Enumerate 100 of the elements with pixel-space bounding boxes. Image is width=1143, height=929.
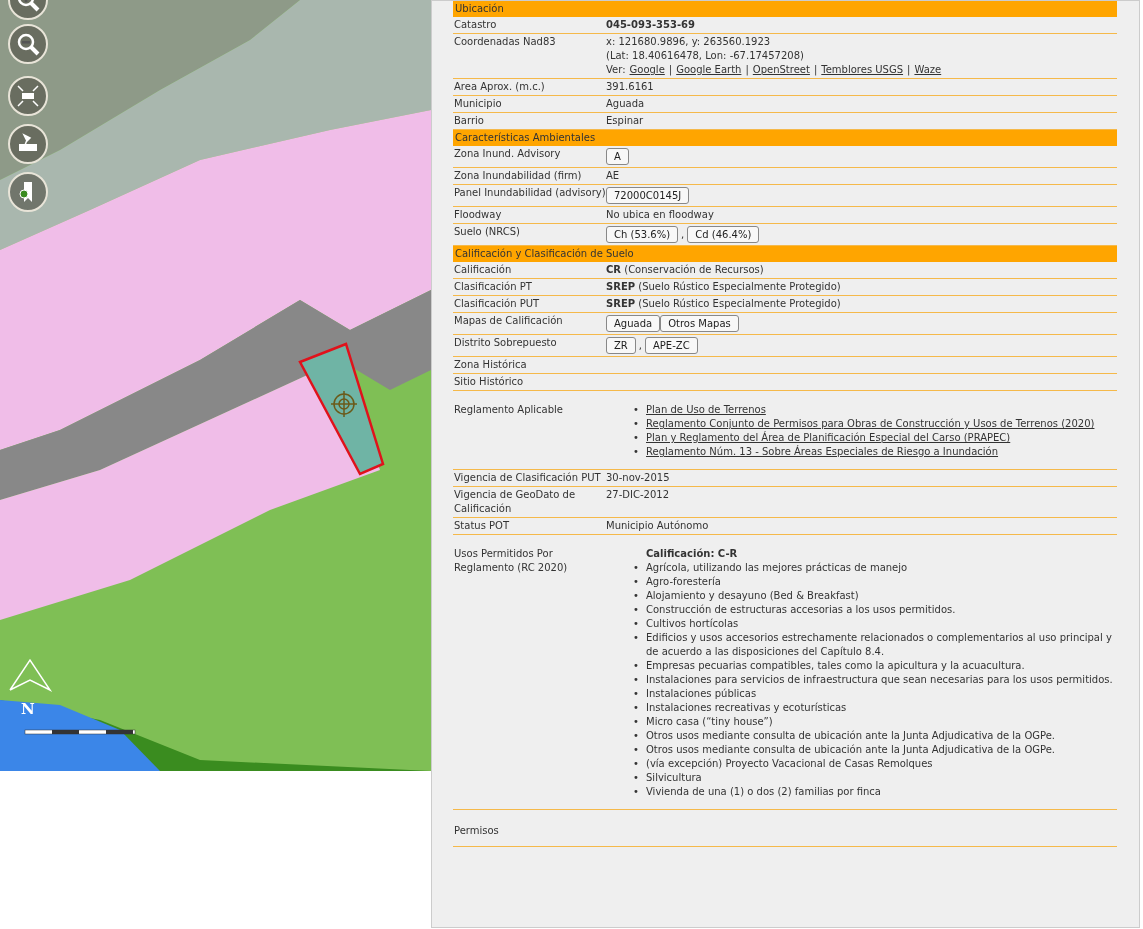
field-label: Zona Histórica [453, 358, 528, 372]
field-label: Floodway [453, 208, 503, 222]
permitted-use: Alojamiento y desayuno (Bed & Breakfast) [646, 590, 859, 601]
bullet: • [633, 603, 639, 617]
field-value: (Lat: 18.40616478, Lon: -67.17457208) [606, 49, 805, 63]
field-label: Municipio [453, 97, 503, 111]
separator-text: | [907, 63, 911, 77]
regulation-link[interactable]: Plan y Reglamento del Área de Planificación Especial del Carso (PRAPEC) [646, 431, 1011, 445]
value-button[interactable]: Otros Mapas [660, 315, 739, 332]
field-value: CR (Conservación de Recursos) [606, 264, 764, 275]
field-value: 391.6161 [606, 81, 654, 92]
permitted-use: Agro-forestería [646, 576, 721, 587]
value-button[interactable]: Cd (46.4%) [687, 226, 760, 243]
field-value: Espinar [606, 115, 644, 126]
bullet: • [633, 757, 639, 771]
map-link[interactable]: Google [629, 63, 665, 77]
regulation-link[interactable]: Plan de Uso de Terrenos [646, 403, 766, 417]
value-button[interactable]: ZR [606, 337, 636, 354]
permitted-use: Instalaciones públicas [646, 688, 757, 699]
field-label: Coordenadas Nad83 [453, 35, 557, 49]
field-label: Barrio [453, 114, 485, 128]
field-value: x: 121680.9896, y: 263560.1923 [606, 35, 772, 49]
separator-text: | [668, 63, 673, 77]
field-label: Vigencia de GeoDato de Calificación [453, 488, 577, 516]
permitted-use: Otros usos mediante consulta de ubicación ante la Junta Adjudicativa de la OGPe. [646, 744, 1056, 755]
bullet: • [633, 431, 639, 445]
map-link[interactable]: Waze [914, 63, 942, 77]
bullet: • [633, 575, 639, 589]
field-label: Clasificación PUT [453, 297, 541, 311]
bullet: • [633, 417, 639, 431]
field-label: Panel Inundabilidad (advisory) [453, 186, 606, 200]
permitted-use: (vía excepción) Proyecto Vacacional de Casas Remolques [646, 758, 933, 769]
field-value: No ubica en floodway [606, 209, 714, 220]
permitted-use: Otros usos mediante consulta de ubicación ante la Junta Adjudicativa de la OGPe. [646, 730, 1056, 741]
bullet: • [633, 729, 639, 743]
field-value: 30-nov-2015 [606, 472, 670, 483]
permitted-use: Instalaciones para servicios de infraestructura que sean necesarias para los usos permitidos. [646, 674, 1113, 685]
value-button[interactable]: APE-ZC [645, 337, 698, 354]
field-label: Ver: [606, 63, 626, 77]
value-button[interactable]: 72000C0145J [606, 187, 690, 204]
field-label: Vigencia de Clasificación PUT [453, 471, 602, 485]
field-label: Reglamento Aplicable [453, 403, 564, 417]
field-label: Clasificación PT [453, 280, 533, 294]
permitted-use: Vivienda de una (1) o dos (2) familias por finca [646, 786, 881, 797]
separator-text: , [638, 338, 642, 353]
field-label: Status POT [453, 519, 511, 533]
bullet: • [633, 715, 639, 729]
field-value: 045-093-353-69 [606, 19, 695, 30]
bullet: • [633, 687, 639, 701]
permitted-use: Cultivos hortícolas [646, 618, 739, 629]
value-button[interactable]: Aguada [606, 315, 661, 332]
field-label: Suelo (NRCS) [453, 225, 521, 239]
field-value: SREP (Suelo Rústico Especialmente Protegido) [606, 281, 841, 292]
regulation-link[interactable]: Reglamento Núm. 13 - Sobre Áreas Especiales de Riesgo a Inundación [646, 445, 999, 459]
bullet: • [633, 403, 639, 417]
section-header: Características Ambientales [453, 130, 1117, 146]
permitted-use: Construcción de estructuras accesorias a los usos permitidos. [646, 604, 956, 615]
field-value: Municipio Autónomo [606, 520, 709, 531]
permitted-use: Instalaciones recreativas y ecoturísticas [646, 702, 847, 713]
value-button[interactable]: Ch (53.6%) [606, 226, 679, 243]
map-link[interactable]: OpenStreet [752, 63, 810, 77]
value-button[interactable]: A [606, 148, 629, 165]
bullet: • [633, 771, 639, 785]
field-label: Mapas de Calificación [453, 314, 564, 328]
separator-text: | [745, 63, 749, 77]
north-label: N [21, 700, 35, 718]
field-value: Aguada [606, 98, 645, 109]
field-label: Zona Inund. Advisory [453, 147, 562, 161]
field-label: Catastro [453, 18, 498, 32]
bullet: • [633, 617, 639, 631]
field-label: Zona Inundabilidad (firm) [453, 169, 583, 183]
permitted-use: Empresas pecuarias compatibles, tales como la apicultura y la acuacultura. [646, 660, 1025, 671]
bullet: • [633, 659, 639, 673]
bullet: • [633, 589, 639, 603]
field-label: Distrito Sobrepuesto [453, 336, 558, 350]
uses-heading: Calificación: C-R [645, 547, 739, 561]
map-link[interactable]: Temblores USGS [821, 63, 904, 77]
section-header: Ubicación [453, 1, 1117, 17]
regulation-link[interactable]: Reglamento Conjunto de Permisos para Obras de Construcción y Usos de Terrenos (2020) [646, 417, 1095, 431]
map-link[interactable]: Google Earth [676, 63, 742, 77]
field-label: Calificación [453, 263, 513, 277]
bullet: • [633, 701, 639, 715]
permitted-use: Agrícola, utilizando las mejores prácticas de manejo [646, 562, 908, 573]
field-label: Area Aprox. (m.c.) [453, 80, 546, 94]
field-label: Usos Permitidos Por Reglamento (RC 2020) [453, 547, 569, 575]
separator-text: | [813, 63, 818, 77]
bullet: • [633, 785, 639, 799]
permitted-use: Silvicultura [646, 772, 702, 783]
field-value: AE [606, 170, 620, 181]
bullet: • [633, 743, 639, 757]
field-value: 27-DIC-2012 [606, 489, 670, 500]
section-header: Calificación y Clasificación de Suelo [453, 246, 1117, 262]
bullet: • [633, 445, 639, 459]
permitted-use: Micro casa (“tiny house”) [646, 716, 773, 727]
bullet: • [633, 673, 639, 687]
bullet: • [633, 631, 639, 645]
permitted-use: Edificios y usos accesorios estrechamente relacionados o complementarios al uso principal y de acuerdo a las disposiciones del Capítulo 8.4. [646, 632, 1112, 657]
field-label: Sitio Histórico [453, 375, 525, 389]
field-label: Permisos [453, 824, 500, 838]
bullet: • [633, 561, 639, 575]
